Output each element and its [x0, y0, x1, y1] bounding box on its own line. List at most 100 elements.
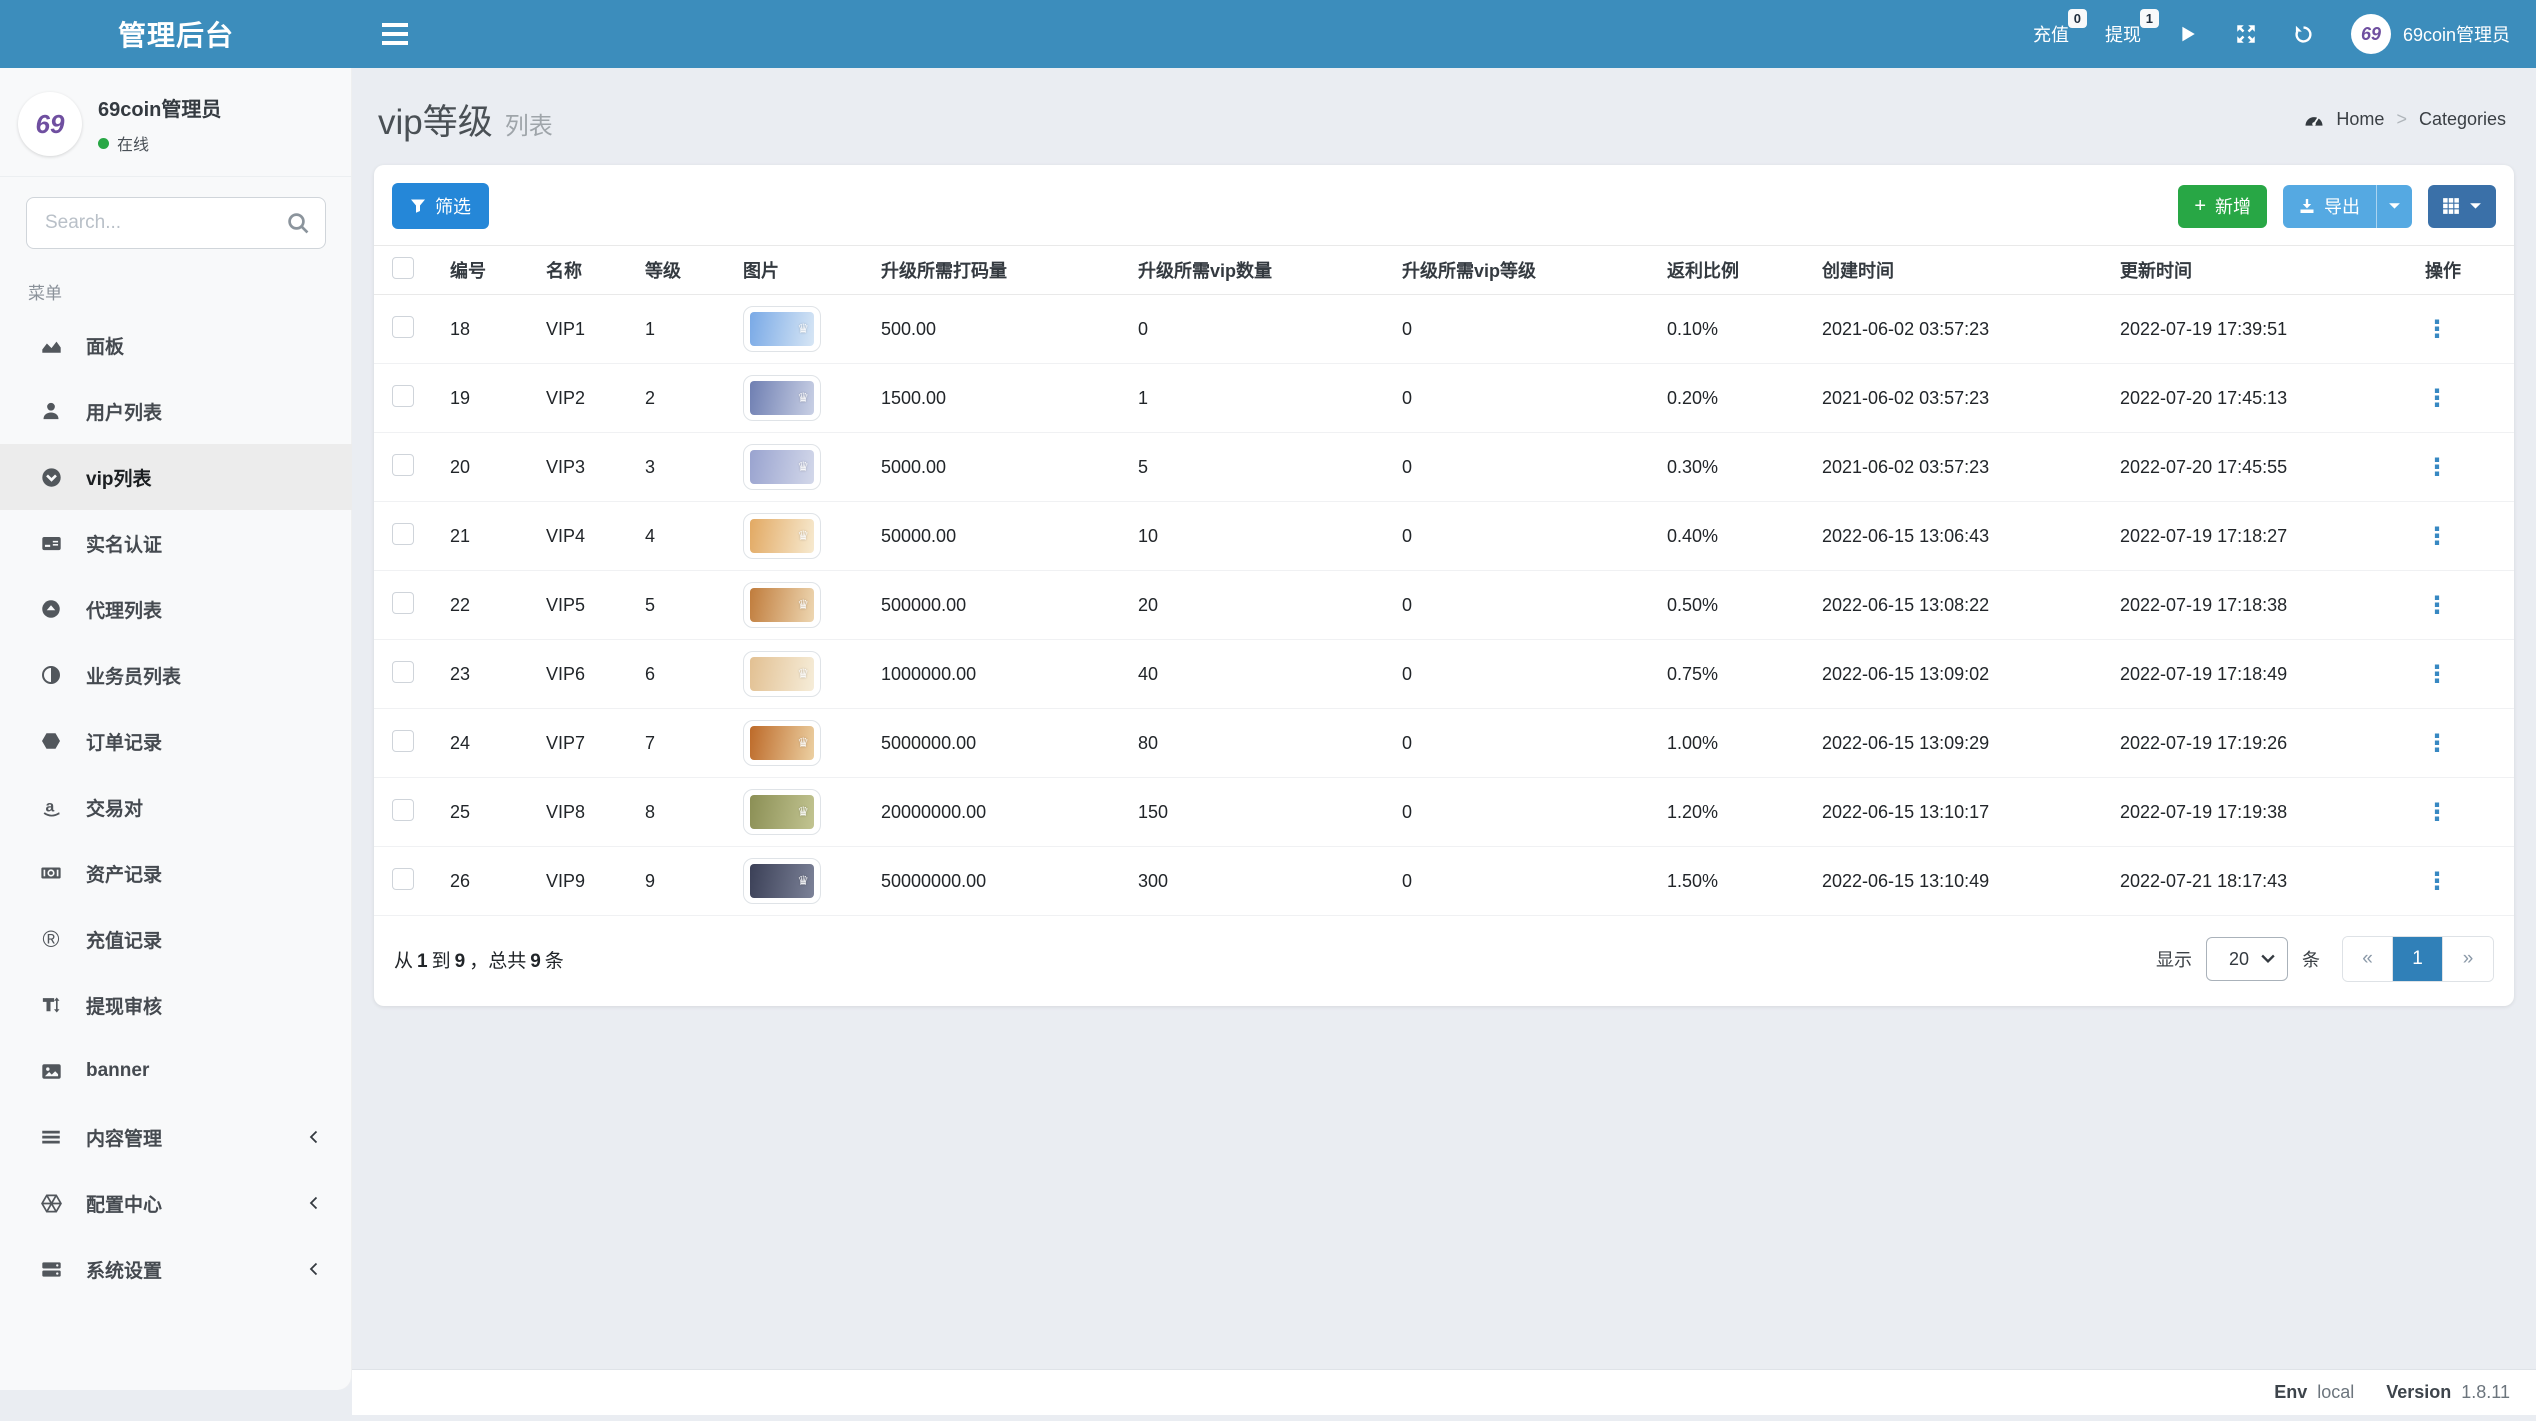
sidebar-item-dashboard[interactable]: 面板: [0, 312, 352, 378]
vip-badge-image[interactable]: ♛: [743, 306, 821, 352]
row-checkbox[interactable]: [392, 798, 414, 821]
online-status-label: 在线: [117, 137, 150, 154]
row-actions-menu[interactable]: ⋮: [2411, 798, 2496, 827]
sidebar-item-kyc[interactable]: 实名认证: [0, 510, 352, 576]
per-page-value: 20: [2229, 948, 2250, 969]
content-header: vip等级 列表 Home > Categories: [352, 68, 2536, 165]
page-1-button[interactable]: 1: [2393, 937, 2443, 981]
sidebar-item-label: 充值记录: [86, 930, 163, 952]
prev-page-button[interactable]: «: [2343, 937, 2393, 981]
sidebar-item-assets[interactable]: 资产记录: [0, 840, 352, 906]
sidebar-item-content-mgmt[interactable]: 内容管理: [0, 1104, 352, 1170]
vip-badge-image[interactable]: ♛: [743, 444, 821, 490]
withdraw-badge: 1: [2139, 9, 2159, 28]
plus-icon: +: [2194, 195, 2206, 217]
filter-funnel-icon: [410, 198, 426, 214]
search-icon[interactable]: [286, 209, 314, 237]
vip-badge-image[interactable]: ♛: [743, 651, 821, 697]
row-actions-menu[interactable]: ⋮: [2411, 315, 2496, 344]
sidebar-toggle-icon[interactable]: [382, 23, 408, 45]
fullscreen-icon[interactable]: [2235, 23, 2257, 45]
chevron-left-icon: [306, 1129, 322, 1145]
select-all-checkbox[interactable]: [392, 256, 414, 279]
env-value: local: [2317, 1382, 2355, 1402]
row-checkbox[interactable]: [392, 522, 414, 545]
sidebar-item-label: banner: [86, 1060, 150, 1081]
breadcrumb-home[interactable]: Home: [2336, 109, 2384, 130]
sidebar-item-banner[interactable]: banner: [0, 1038, 352, 1104]
add-button[interactable]: + 新增: [2178, 184, 2267, 228]
next-page-button[interactable]: »: [2443, 937, 2493, 981]
col-header-id: 编号: [450, 261, 486, 281]
breadcrumb-separator: >: [2396, 109, 2407, 129]
crown-icon: ♛: [797, 666, 809, 681]
navbar-username: 69coin管理员: [2402, 25, 2510, 45]
chevron-left-icon: [306, 1195, 322, 1211]
menu-section-label: 菜单: [28, 284, 62, 303]
per-page-select[interactable]: 20: [2206, 937, 2288, 981]
crown-icon: ♛: [797, 597, 809, 612]
breadcrumb: Home > Categories: [2304, 109, 2506, 130]
sidebar-nav: 面板 用户列表 vip列表 实名认证 代理列表 业务员列表 订单记录 a 交易对…: [0, 312, 352, 1302]
hexagon-icon: [38, 731, 64, 751]
export-dropdown-caret[interactable]: [2376, 184, 2412, 228]
recharge-link[interactable]: 充值 0: [2033, 9, 2087, 47]
vip-badge-image[interactable]: ♛: [743, 582, 821, 628]
filter-button[interactable]: 筛选: [392, 183, 489, 229]
row-checkbox[interactable]: [392, 660, 414, 683]
col-header-name: 名称: [546, 261, 582, 281]
vip-badge-image[interactable]: ♛: [743, 720, 821, 766]
pagination-zone: 显示 20 条 « 1 »: [2156, 936, 2494, 982]
download-icon: [2299, 198, 2315, 214]
sidebar-avatar: 69: [18, 92, 82, 156]
vip-badge-image[interactable]: ♛: [743, 513, 821, 559]
row-actions-menu[interactable]: ⋮: [2411, 729, 2496, 758]
col-header-bet: 升级所需打码量: [881, 261, 1007, 281]
sidebar-item-trade-pairs[interactable]: a 交易对: [0, 774, 352, 840]
filter-button-label: 筛选: [435, 197, 471, 217]
version-label: Version: [2386, 1382, 2452, 1402]
vip-badge-image[interactable]: ♛: [743, 858, 821, 904]
sidebar-item-label: 面板: [86, 336, 125, 358]
row-actions-menu[interactable]: ⋮: [2411, 867, 2496, 896]
sidebar-item-orders[interactable]: 订单记录: [0, 708, 352, 774]
chart-area-icon: [38, 335, 64, 356]
row-checkbox[interactable]: [392, 315, 414, 338]
row-checkbox[interactable]: [392, 867, 414, 890]
chevron-left-icon: [306, 1261, 322, 1277]
sidebar-item-users[interactable]: 用户列表: [0, 378, 352, 444]
vip-badge-image[interactable]: ♛: [743, 375, 821, 421]
adjust-icon: [38, 665, 64, 685]
columns-view-button[interactable]: [2428, 184, 2496, 228]
withdraw-link[interactable]: 提现 1: [2105, 9, 2159, 47]
col-header-vip-count: 升级所需vip数量: [1138, 261, 1273, 281]
user-menu[interactable]: 69 69coin管理员: [2350, 14, 2510, 54]
row-checkbox[interactable]: [392, 591, 414, 614]
sidebar-item-label: 资产记录: [86, 864, 163, 886]
row-actions-menu[interactable]: ⋮: [2411, 384, 2496, 413]
table-footer: 从 1 到 9 ，总共 9 条 显示 20 条 « 1 »: [374, 916, 2514, 1006]
play-icon[interactable]: [2177, 23, 2199, 45]
col-header-created: 创建时间: [1822, 261, 1894, 281]
row-checkbox[interactable]: [392, 453, 414, 476]
refresh-icon[interactable]: [2293, 23, 2315, 45]
sidebar-item-system-settings[interactable]: 系统设置: [0, 1236, 352, 1302]
row-actions-menu[interactable]: ⋮: [2411, 591, 2496, 620]
search-input[interactable]: [26, 197, 326, 249]
crown-icon: ♛: [797, 735, 809, 750]
sidebar-item-salesmen[interactable]: 业务员列表: [0, 642, 352, 708]
sidebar-item-recharge-records[interactable]: ® 充值记录: [0, 906, 352, 972]
row-actions-menu[interactable]: ⋮: [2411, 522, 2496, 551]
row-checkbox[interactable]: [392, 729, 414, 752]
export-button[interactable]: 导出: [2283, 184, 2376, 228]
hexagon-outline-icon: [38, 1193, 64, 1214]
sidebar-item-config-center[interactable]: 配置中心: [0, 1170, 352, 1236]
sidebar-item-vip-list[interactable]: vip列表: [0, 444, 352, 510]
vip-badge-image[interactable]: ♛: [743, 789, 821, 835]
sidebar-item-agents[interactable]: 代理列表: [0, 576, 352, 642]
row-checkbox[interactable]: [392, 384, 414, 407]
table-row: 20 VIP3 3 ♛ 5000.00 5 0 0.30% 2021-06-02 03:5…: [374, 433, 2514, 502]
sidebar-item-withdraw-review[interactable]: 提现审核: [0, 972, 352, 1038]
row-actions-menu[interactable]: ⋮: [2411, 453, 2496, 482]
row-actions-menu[interactable]: ⋮: [2411, 660, 2496, 689]
